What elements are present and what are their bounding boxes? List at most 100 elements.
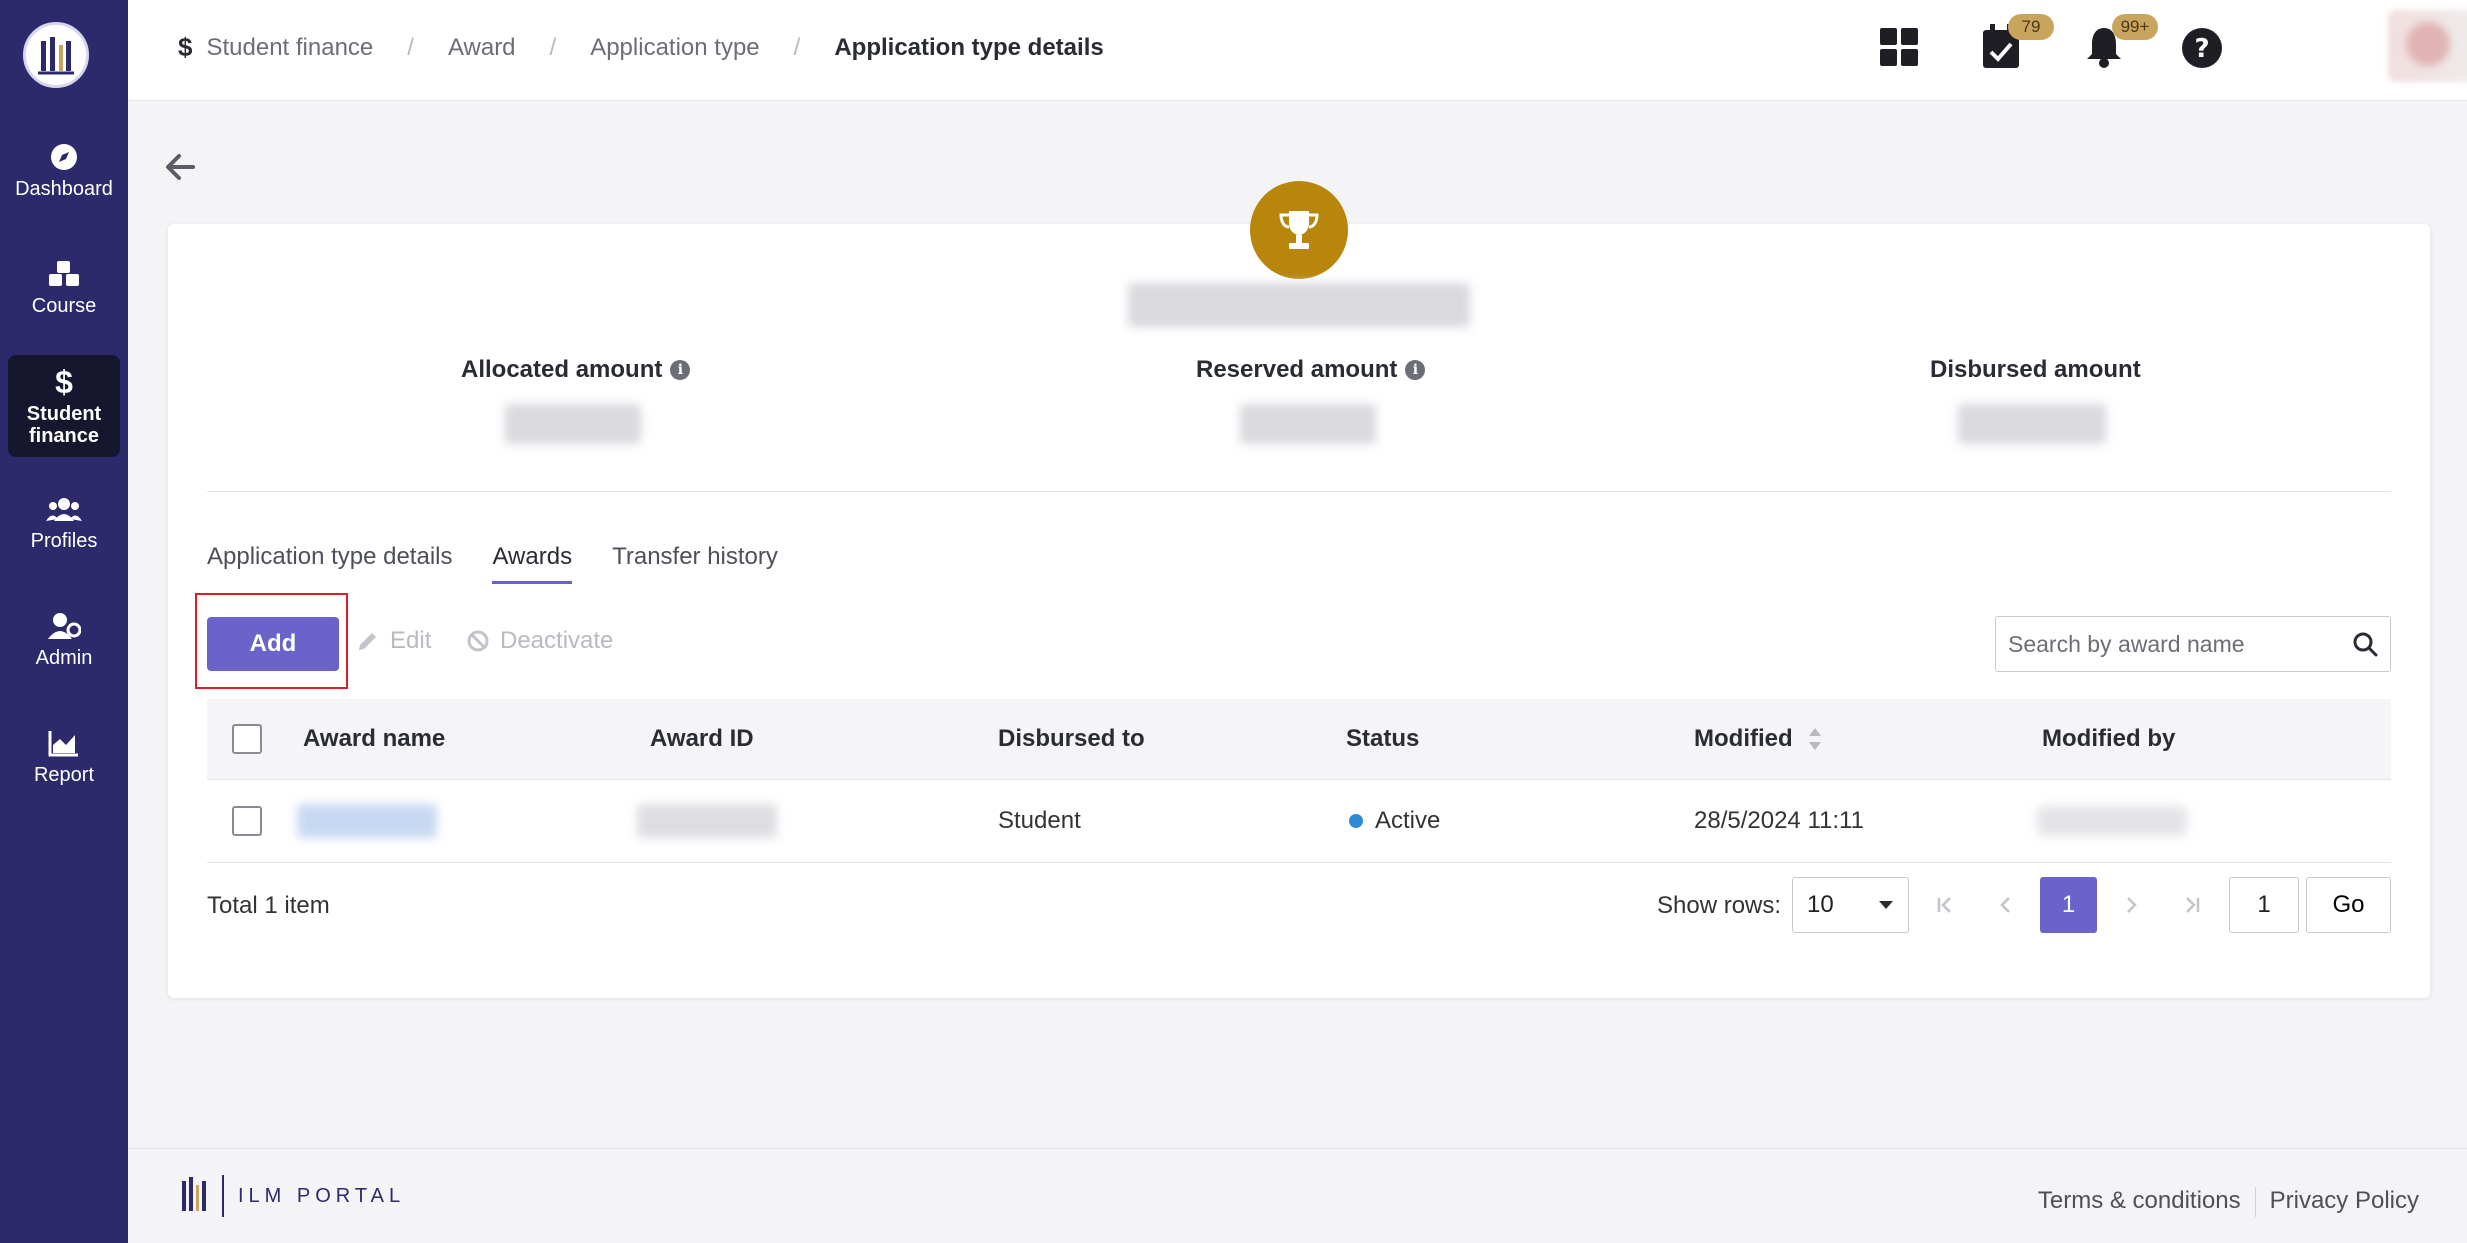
allocated-amount-value-redacted [505,404,641,444]
breadcrumb-separator: / [793,33,801,61]
privacy-link[interactable]: Privacy Policy [2270,1187,2419,1217]
sidebar-item-label: Report [33,764,95,786]
modified-by-cell [2037,780,2187,862]
table-header: Award name Award ID Disbursed to Status … [207,699,2391,780]
breadcrumb: $ Student finance / Award / Application … [178,32,1104,63]
column-header[interactable]: Disbursed to [998,699,1145,779]
rows-per-page-value: 10 [1807,891,1834,918]
info-icon[interactable]: i [1405,360,1426,380]
tasks-badge: 79 [2008,14,2054,40]
status-cell: Active [1349,780,1440,862]
edit-button[interactable]: Edit [356,627,431,655]
previous-page-button[interactable] [1979,877,2033,933]
sort-icon[interactable] [1807,726,1823,752]
breadcrumb-separator: / [549,33,557,61]
sidebar-item-student-finance[interactable]: $ Student finance [8,355,120,457]
terms-link[interactable]: Terms & conditions [2038,1187,2241,1217]
sidebar-item-course[interactable]: Course [8,257,120,317]
stat-label-text: Disbursed amount [1930,356,2141,383]
go-button[interactable]: Go [2306,877,2391,933]
select-all-checkbox[interactable] [232,724,262,754]
top-bar: $ Student finance / Award / Application … [128,0,2467,101]
breadcrumb-separator: / [407,33,414,61]
application-type-name-redacted [1128,283,1470,327]
pagination-bar: Total 1 item Show rows: 10 1 1 Go [207,877,2391,933]
trophy-icon [1250,181,1348,279]
reserved-amount-value-redacted [1240,404,1376,444]
sidebar-item-report[interactable]: Report [8,726,120,786]
stat-label-text: Allocated amount [461,356,663,383]
add-button[interactable]: Add [207,617,339,671]
column-header[interactable]: Status [1346,699,1419,779]
column-header[interactable]: Modified by [2042,699,2175,779]
page-number-current[interactable]: 1 [2040,877,2097,933]
allocated-amount-label: Allocated amount i [461,356,691,384]
breadcrumb-current: Application type details [834,33,1104,61]
apps-grid-icon[interactable] [1880,28,1918,71]
award-name-redacted [297,804,437,838]
deactivate-button[interactable]: Deactivate [466,627,613,655]
next-page-button[interactable] [2104,877,2158,933]
edit-label: Edit [390,627,432,654]
breadcrumb-item[interactable]: Award [448,34,516,62]
last-page-icon [2186,897,2200,913]
award-id-redacted [637,804,777,838]
disbursed-amount-label: Disbursed amount [1930,356,2141,384]
help-icon[interactable]: ? [2181,27,2223,74]
sidebar-item-dashboard[interactable]: Dashboard [8,140,120,200]
brand-name: ILM PORTAL [238,1184,406,1207]
tab-application-type-details[interactable]: Application type details [207,543,452,584]
tab-awards[interactable]: Awards [492,543,573,584]
rows-per-page-select[interactable]: 10 [1792,877,1909,933]
column-header[interactable]: Award ID [650,699,754,779]
footer-link-separator [2254,1187,2256,1217]
table-row: Student Active 28/5/2024 11:11 [207,780,2391,863]
first-page-icon [1937,897,1951,913]
search-input[interactable] [2008,630,2352,658]
dollar-icon: $ [178,32,193,62]
sidebar-item-label: Profiles [30,530,98,552]
column-header-modified[interactable]: Modified [1694,699,1823,779]
column-header[interactable]: Award name [303,699,445,779]
row-checkbox[interactable] [232,806,262,836]
users-icon [46,492,82,526]
stat-label-text: Reserved amount [1196,356,1398,383]
modified-cell: 28/5/2024 11:11 [1694,807,1864,834]
status-dot [1349,814,1363,828]
app-logo[interactable] [23,22,89,88]
breadcrumb-item[interactable]: Student finance [206,34,373,62]
page-footer: ILM PORTAL Terms & conditions Privacy Po… [128,1148,2467,1243]
info-icon[interactable]: i [670,360,691,380]
sidebar-item-profiles[interactable]: Profiles [8,492,120,552]
avatar [2406,22,2450,66]
back-arrow-icon[interactable] [165,153,195,186]
search-icon[interactable] [2352,631,2378,657]
brand-divider [222,1175,224,1217]
pencil-icon [359,633,376,650]
sidebar-item-label: Dashboard [15,178,113,200]
chevron-left-icon [2000,897,2010,913]
caret-down-icon [1879,901,1893,909]
notifications-badge: 99+ [2112,14,2158,40]
disbursed-amount-value-redacted [1958,404,2106,444]
last-page-button[interactable] [2165,877,2219,933]
footer-brand: ILM PORTAL [180,1175,405,1217]
award-id-cell [637,780,777,862]
award-name-link[interactable] [297,780,437,862]
user-gear-icon [47,609,81,643]
sidebar-item-admin[interactable]: Admin [8,609,120,669]
divider [207,491,2391,492]
chevron-right-icon [2127,897,2137,913]
tab-transfer-history[interactable]: Transfer history [612,543,778,584]
search-box [1995,616,2391,672]
dollar-icon: $ [55,364,73,400]
column-header: Modified [1694,725,1793,752]
deactivate-label: Deactivate [500,627,614,654]
breadcrumb-item[interactable]: Application type [590,34,759,62]
page-jump-input[interactable]: 1 [2229,877,2299,933]
status-badge: Active [1375,807,1441,834]
sidebar-item-label: Student finance [26,403,102,447]
chart-area-icon [48,726,80,760]
ban-icon [467,630,489,652]
first-page-button[interactable] [1918,877,1972,933]
